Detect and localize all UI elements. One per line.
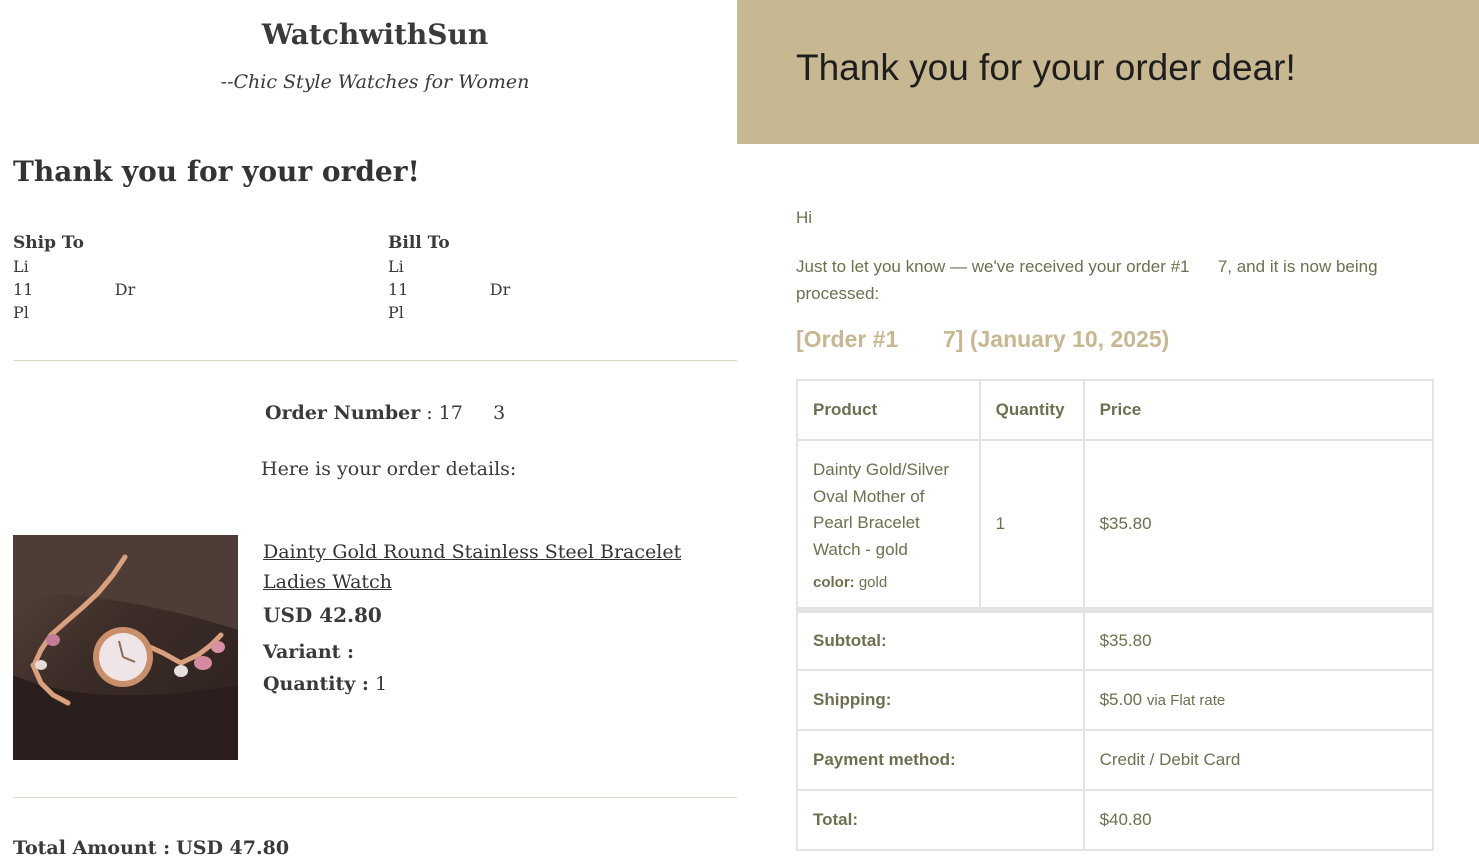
product-image[interactable] <box>13 535 238 760</box>
intro-text: Just to let you know — we've received yo… <box>796 257 1383 303</box>
greeting: Hi <box>796 208 813 227</box>
column-header: Quantity <box>978 379 1085 441</box>
ship-to-line: 11 Dr <box>13 280 136 299</box>
quantity-cell: 1 <box>978 439 1085 611</box>
bill-to-block: Bill To Li 11 Dr Pl <box>388 232 510 324</box>
watch-photo-icon <box>13 535 238 760</box>
bill-to-label: Bill To <box>388 233 450 253</box>
totals-row: Shipping: $5.00 via Flat rate <box>796 669 1435 731</box>
product-meta: color: gold <box>813 573 964 593</box>
ship-to-line: Pl <box>13 303 29 322</box>
table-header-row: Product Quantity Price <box>796 379 1435 441</box>
shipping-value: $5.00 <box>1099 690 1143 709</box>
totals-row: Subtotal: $35.80 <box>796 607 1435 671</box>
bill-to-line: Pl <box>388 303 404 322</box>
quantity-value: 1 <box>374 673 388 695</box>
product-link[interactable]: Dainty Gold Round Stainless Steel Bracel… <box>263 537 723 597</box>
order-number-value: : 17 3 <box>426 402 506 424</box>
column-header: Product <box>796 379 981 441</box>
order-table: Product Quantity Price Dainty Gold/Silve… <box>796 379 1435 851</box>
divider <box>13 360 737 361</box>
meta-label: color: <box>813 574 855 591</box>
brand-name: WatchwithSun <box>261 18 489 51</box>
total-amount-value: USD 47.80 <box>176 837 290 859</box>
bill-to-line: 11 Dr <box>388 280 511 299</box>
quantity-label: Quantity : <box>263 673 369 695</box>
subtotal-value: $35.80 <box>1082 607 1435 671</box>
product-name: Dainty Gold/Silver Oval Mother of Pearl … <box>813 460 950 559</box>
page-title: Thank you for your order! <box>13 155 420 188</box>
shipping-note: via Flat rate <box>1146 692 1226 709</box>
order-details-intro: Here is your order details: <box>261 458 517 480</box>
payment-method-value: Credit / Debit Card <box>1082 729 1435 791</box>
left-email-panel: WatchwithSun --Chic Style Watches for Wo… <box>0 0 737 864</box>
meta-value: gold <box>858 574 888 591</box>
divider <box>13 797 737 798</box>
product-price: USD 42.80 <box>263 603 382 627</box>
ship-to-block: Ship To Li 11 Dr Pl <box>13 232 135 324</box>
brand-tagline: --Chic Style Watches for Women <box>220 71 530 93</box>
product-cell: Dainty Gold/Silver Oval Mother of Pearl … <box>796 439 981 611</box>
total-amount-label: Total Amount : <box>13 837 171 859</box>
ship-to-line: Li <box>13 257 29 276</box>
bill-to-line: Li <box>388 257 404 276</box>
payment-method-label: Payment method: <box>796 729 1085 791</box>
table-row: Dainty Gold/Silver Oval Mother of Pearl … <box>796 439 1435 611</box>
header-banner: Thank you for your order dear! <box>737 0 1479 144</box>
ship-to-label: Ship To <box>13 233 84 253</box>
order-heading-link[interactable]: [Order #1 7] (January 10, 2025) <box>796 326 1169 353</box>
price-cell: $35.80 <box>1082 439 1435 611</box>
banner-title: Thank you for your order dear! <box>796 47 1296 88</box>
totals-row: Payment method: Credit / Debit Card <box>796 729 1435 791</box>
product-quantity: Quantity : 1 <box>263 673 387 695</box>
column-header: Price <box>1082 379 1435 441</box>
total-label: Total: <box>796 789 1085 851</box>
order-number: Order Number : 17 3 <box>265 402 505 424</box>
product-variant-label: Variant : <box>263 641 355 663</box>
subtotal-label: Subtotal: <box>796 607 1085 671</box>
total-amount: Total Amount : USD 47.80 <box>13 837 289 859</box>
shipping-label: Shipping: <box>796 669 1085 731</box>
order-number-label: Order Number <box>265 402 421 424</box>
right-email-panel: Thank you for your order dear! Hi Just t… <box>737 0 1479 864</box>
total-value: $40.80 <box>1082 789 1435 851</box>
totals-row: Total: $40.80 <box>796 789 1435 851</box>
shipping-cell: $5.00 via Flat rate <box>1082 669 1435 731</box>
